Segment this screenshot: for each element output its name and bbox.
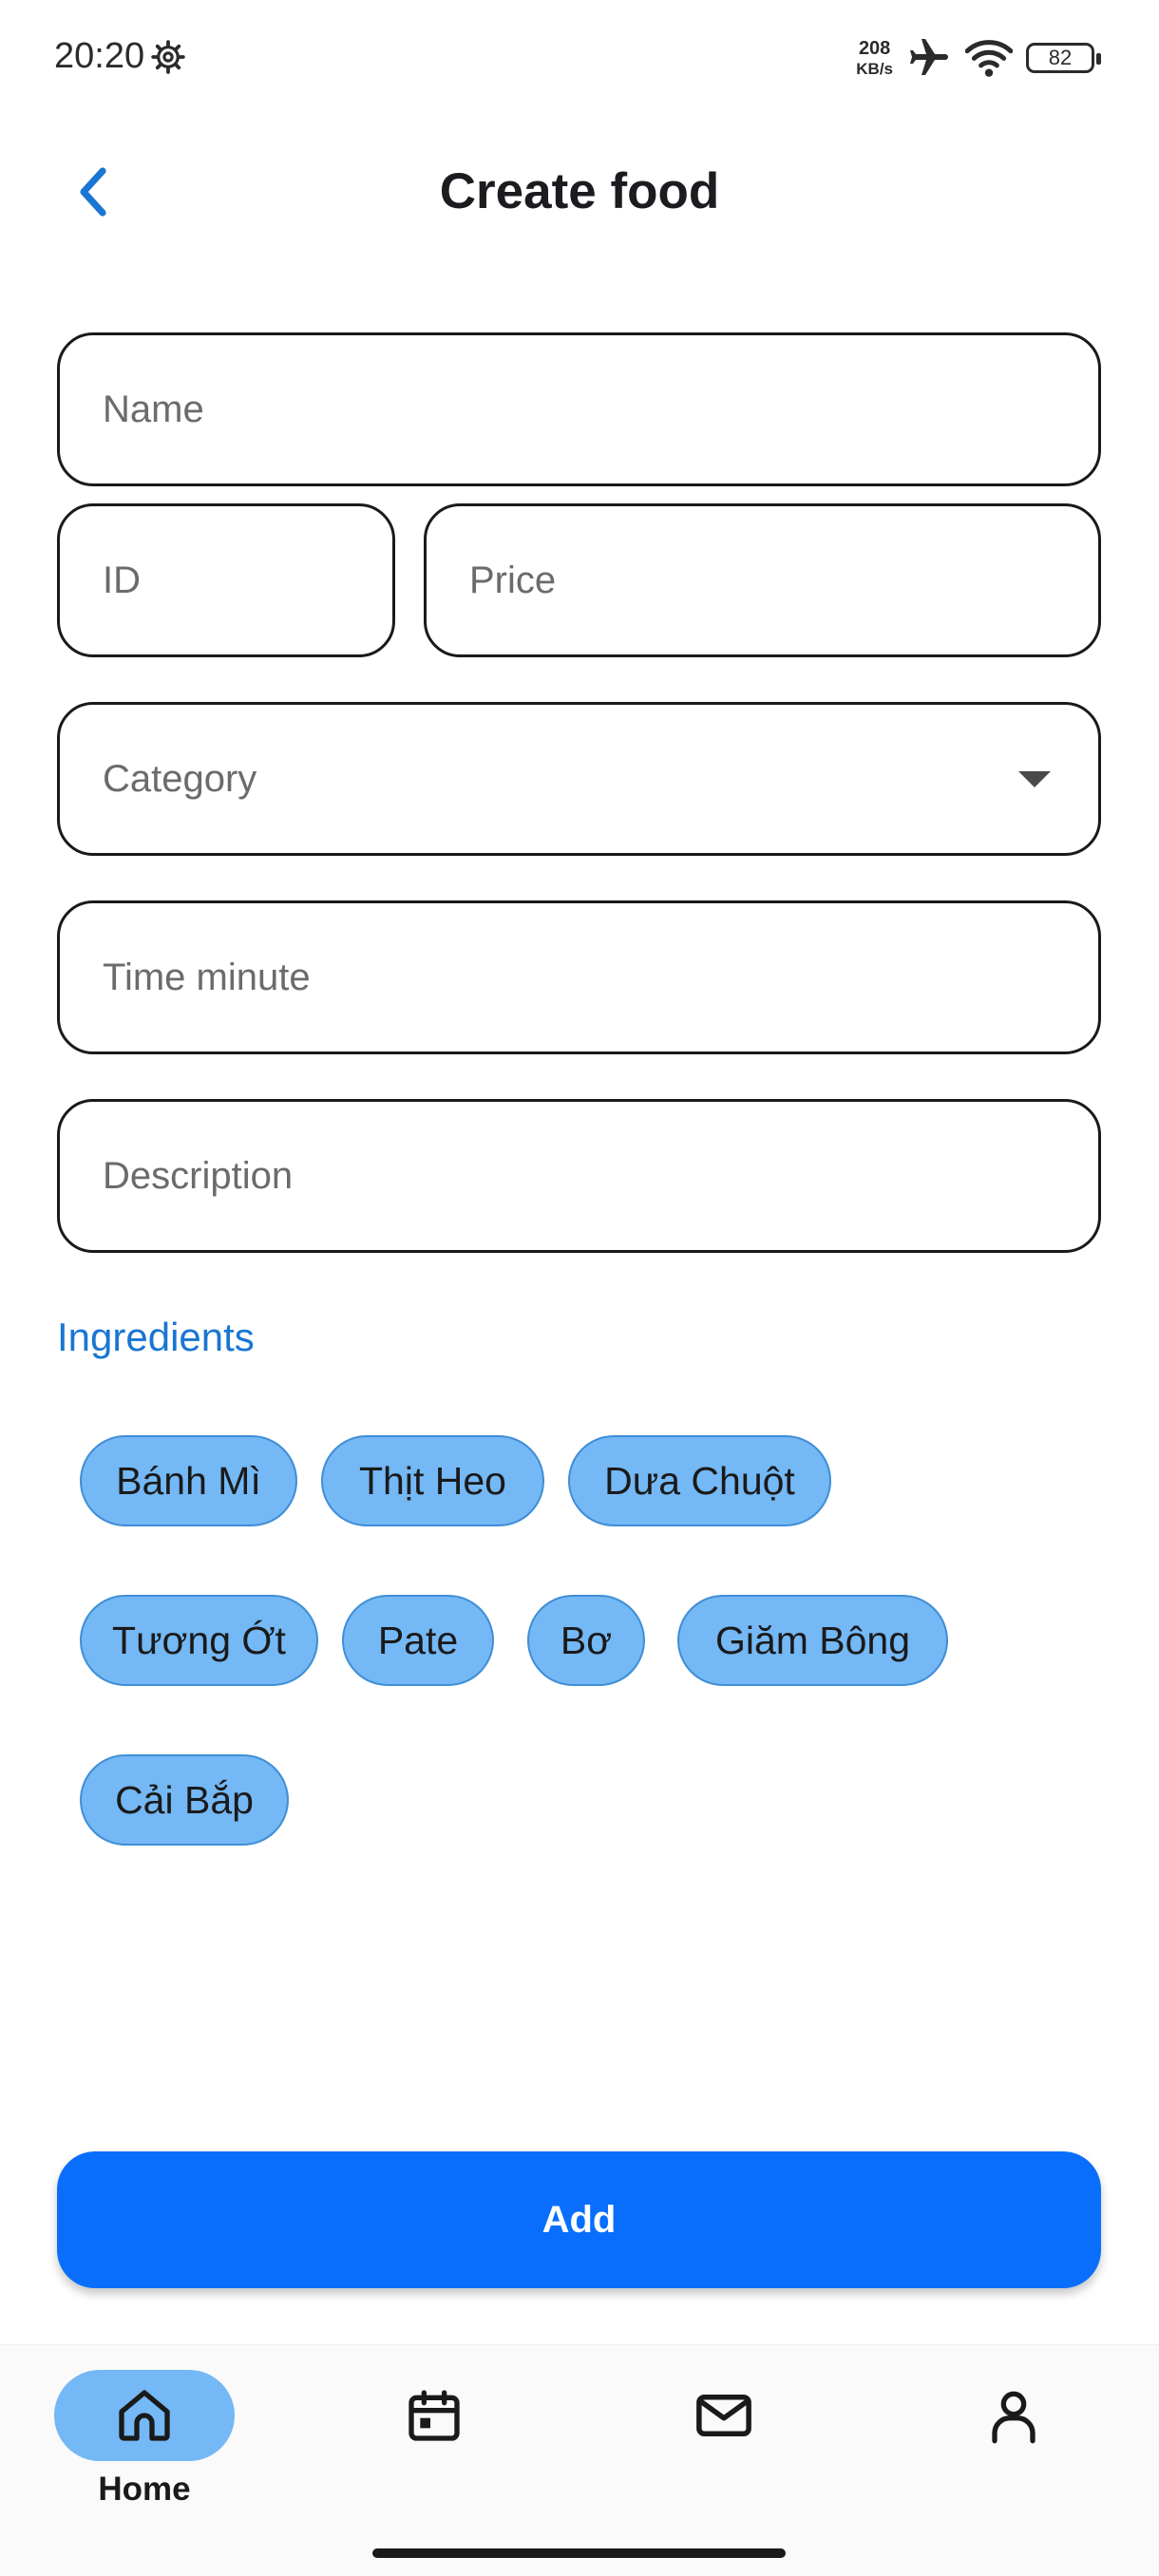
time-minute-input[interactable]: Time minute xyxy=(57,900,1101,1054)
network-speed-value: 208 xyxy=(858,38,891,59)
battery-icon: 82 xyxy=(1026,43,1101,73)
ingredient-chip[interactable]: Giăm Bông xyxy=(677,1595,948,1686)
nav-mail-pill xyxy=(634,2370,814,2461)
category-dropdown[interactable]: Category xyxy=(57,702,1101,856)
add-button-label: Add xyxy=(542,2198,617,2241)
nav-item-calendar[interactable] xyxy=(344,2370,524,2461)
wifi-icon xyxy=(965,40,1013,77)
ingredients-title: Ingredients xyxy=(57,1315,255,1359)
status-time-text: 20:20 xyxy=(54,36,145,76)
settings-gear-icon xyxy=(151,39,185,74)
price-input[interactable]: Price xyxy=(424,503,1101,657)
create-food-screen: 20:20 208 KB/s 82 Create food Name ID Pr… xyxy=(0,0,1159,2576)
price-input-placeholder: Price xyxy=(469,559,557,601)
ingredient-chip[interactable]: Dưa Chuột xyxy=(568,1435,831,1526)
airplane-mode-icon xyxy=(910,39,948,75)
gesture-home-bar[interactable] xyxy=(372,2548,786,2558)
name-input-placeholder: Name xyxy=(103,388,204,430)
nav-home-indicator xyxy=(54,2370,235,2461)
page-title: Create food xyxy=(439,163,720,219)
calendar-icon xyxy=(408,2390,460,2441)
network-speed: 208 KB/s xyxy=(856,39,893,77)
nav-profile-pill xyxy=(923,2370,1104,2461)
battery-level: 82 xyxy=(1048,46,1073,69)
time-minute-input-placeholder: Time minute xyxy=(103,956,311,998)
nav-item-mail[interactable] xyxy=(634,2370,814,2461)
nav-home-label: Home xyxy=(98,2471,191,2508)
ingredient-chip[interactable]: Pate xyxy=(342,1595,494,1686)
nav-item-home[interactable]: Home xyxy=(54,2370,235,2509)
bottom-navigation: Home xyxy=(0,2344,1159,2576)
add-button[interactable]: Add xyxy=(57,2151,1101,2288)
network-speed-unit: KB/s xyxy=(856,60,893,78)
ingredient-chip[interactable]: Cải Bắp xyxy=(80,1754,289,1846)
nav-item-profile[interactable] xyxy=(923,2370,1104,2461)
dropdown-arrow-icon xyxy=(1018,771,1051,787)
mail-icon xyxy=(696,2395,751,2436)
home-icon xyxy=(119,2390,170,2441)
status-time: 20:20 xyxy=(54,36,186,77)
ingredient-chip[interactable]: Tương Ớt xyxy=(80,1595,318,1686)
nav-calendar-pill xyxy=(344,2370,524,2461)
ingredient-chip[interactable]: Bánh Mì xyxy=(80,1435,297,1526)
description-input-placeholder: Description xyxy=(103,1154,294,1197)
name-input[interactable]: Name xyxy=(57,332,1101,486)
status-icons: 208 KB/s 82 xyxy=(856,34,1101,82)
ingredient-chip[interactable]: Thịt Heo xyxy=(321,1435,544,1526)
id-input-placeholder: ID xyxy=(103,559,141,601)
id-input[interactable]: ID xyxy=(57,503,395,657)
description-input[interactable]: Description xyxy=(57,1099,1101,1253)
category-dropdown-placeholder: Category xyxy=(103,757,257,800)
ingredient-chip[interactable]: Bơ xyxy=(527,1595,645,1686)
profile-icon xyxy=(992,2391,1036,2444)
